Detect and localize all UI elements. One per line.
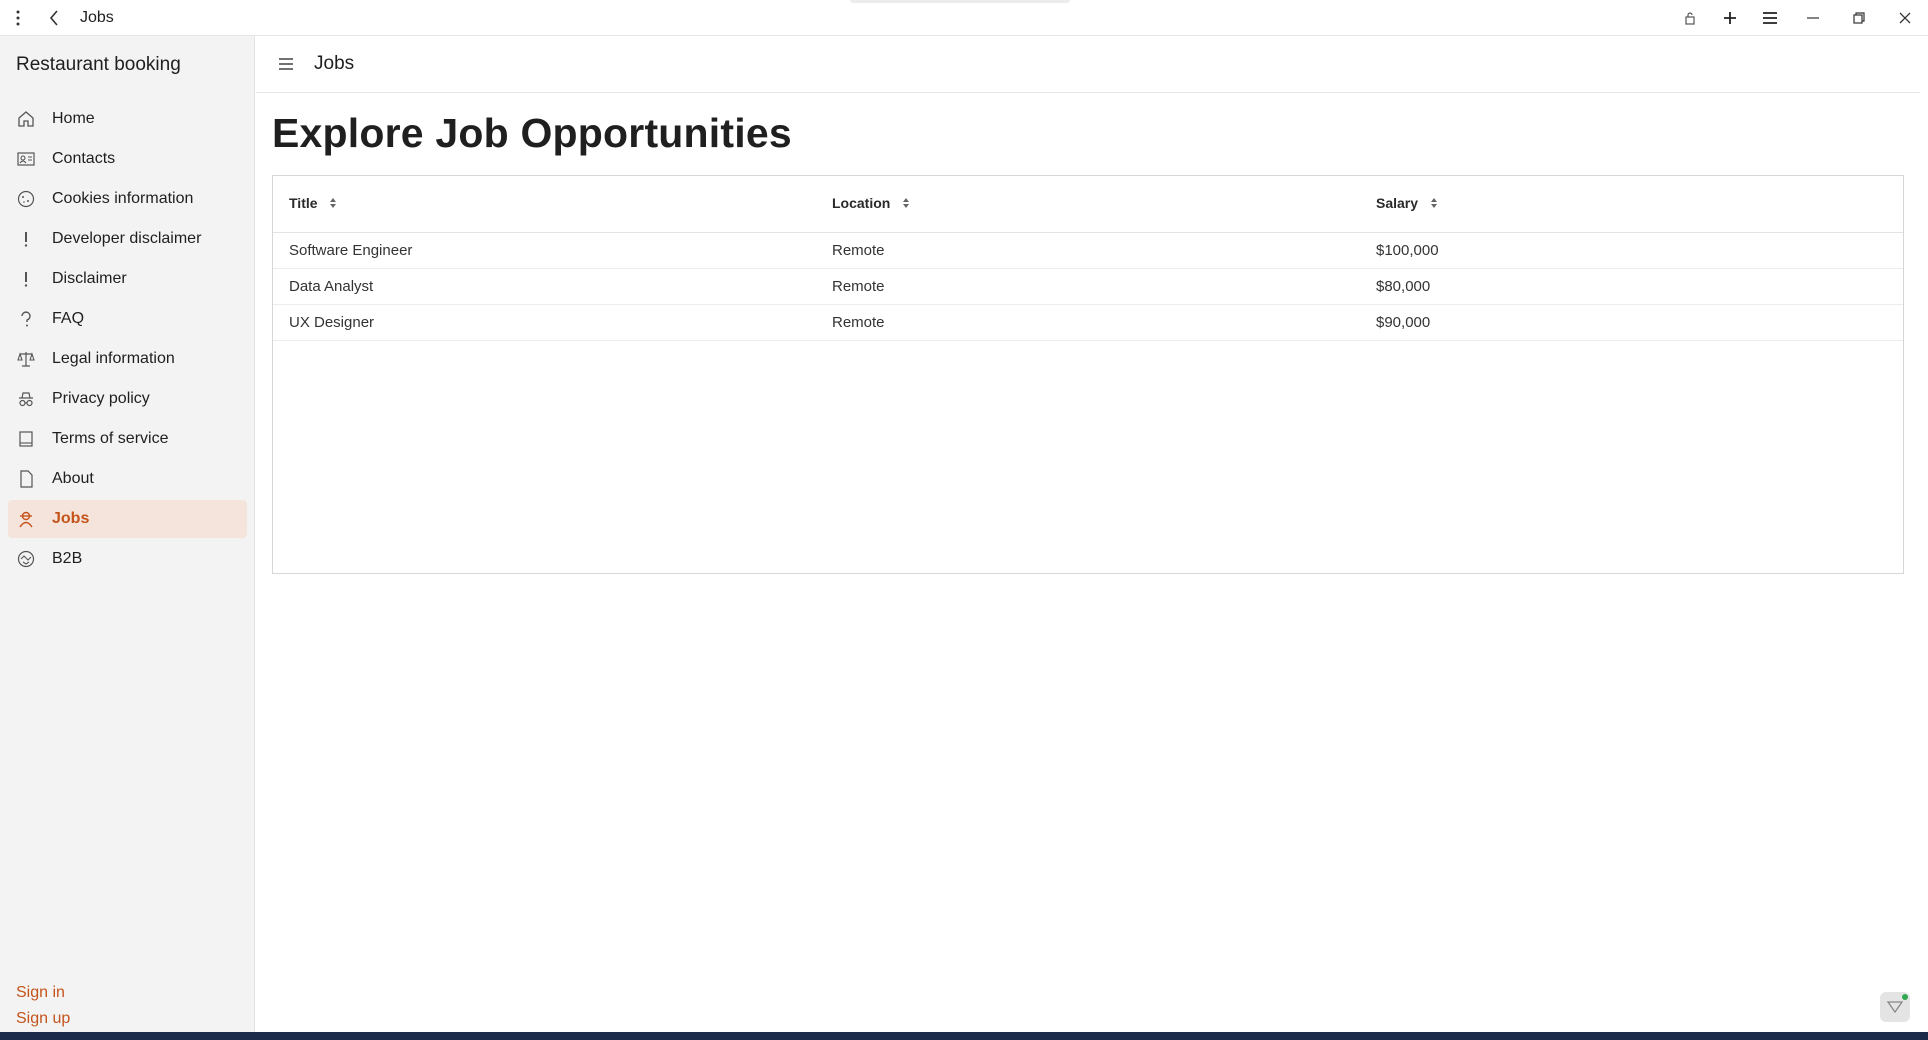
cell-title: Data Analyst (273, 268, 816, 305)
table-header-row: Title Location Salary (273, 176, 1903, 233)
cell-title: Software Engineer (273, 232, 816, 269)
app-name: Restaurant booking (16, 54, 181, 75)
close-icon[interactable] (1882, 0, 1928, 36)
contact-card-icon (16, 149, 36, 169)
sort-icon[interactable] (1430, 196, 1438, 212)
back-icon[interactable] (36, 0, 72, 36)
add-icon[interactable] (1710, 0, 1750, 36)
minimize-icon[interactable] (1790, 0, 1836, 36)
worker-icon (16, 509, 36, 529)
sort-icon[interactable] (329, 196, 337, 212)
sidebar-item-b2b[interactable]: B2B (8, 540, 247, 578)
sidebar-item-label: Contacts (52, 150, 116, 167)
cell-location: Remote (816, 268, 1360, 305)
scales-icon (16, 349, 36, 369)
column-header-label: Location (832, 195, 891, 212)
home-icon (16, 109, 36, 129)
auth-links: Sign in Sign up (16, 980, 70, 1032)
cell-location: Remote (816, 304, 1360, 341)
sidebar-item-label: Privacy policy (52, 390, 150, 407)
sidebar-item-contacts[interactable]: Contacts (8, 140, 247, 178)
document-list-icon (16, 429, 36, 449)
table-row[interactable]: UX Designer Remote $90,000 (273, 304, 1903, 341)
column-header-label: Title (289, 195, 318, 212)
hamburger-menu-icon[interactable] (270, 48, 302, 80)
sidebar-item-label: Legal information (52, 350, 175, 367)
table-row[interactable]: Data Analyst Remote $80,000 (273, 268, 1903, 305)
sidebar-item-label: Disclaimer (52, 270, 127, 287)
sidebar-item-home[interactable]: Home (8, 100, 247, 138)
sidebar-item-disclaimer[interactable]: Disclaimer (8, 260, 247, 298)
sidebar-item-developer-disclaimer[interactable]: Developer disclaimer (8, 220, 247, 258)
drag-handle[interactable] (850, 0, 1070, 3)
lock-icon[interactable] (1670, 0, 1710, 36)
window-title: Jobs (80, 8, 114, 26)
sort-icon[interactable] (902, 196, 910, 212)
cell-salary: $90,000 (1360, 304, 1903, 341)
page-header-title: Jobs (314, 53, 355, 74)
status-dot (1902, 994, 1908, 1000)
question-icon (16, 309, 36, 329)
sidebar-item-terms-of-service[interactable]: Terms of service (8, 420, 247, 458)
sidebar: Restaurant booking Home Contacts Cookies… (0, 36, 255, 1032)
table-row[interactable]: Software Engineer Remote $100,000 (273, 232, 1903, 269)
sidebar-item-jobs[interactable]: Jobs (8, 500, 247, 538)
page-icon (16, 469, 36, 489)
sidebar-item-legal-information[interactable]: Legal information (8, 340, 247, 378)
taskbar-strip (0, 1032, 1928, 1040)
sidebar-item-label: Jobs (52, 510, 90, 527)
sign-in-link[interactable]: Sign in (16, 980, 70, 1006)
menu-icon[interactable] (1750, 0, 1790, 36)
more-options-icon[interactable] (0, 0, 36, 36)
column-header-location[interactable]: Location (816, 176, 1360, 233)
exclamation-icon (16, 229, 36, 249)
sidebar-item-label: About (52, 470, 94, 487)
cell-salary: $80,000 (1360, 268, 1903, 305)
exclamation-icon (16, 269, 36, 289)
sidebar-item-about[interactable]: About (8, 460, 247, 498)
sidebar-item-label: Cookies information (52, 190, 194, 207)
main-content: Jobs Explore Job Opportunities Title Loc… (256, 36, 1920, 1032)
page-title: Explore Job Opportunities (272, 110, 792, 156)
sidebar-item-label: FAQ (52, 310, 85, 327)
column-header-title[interactable]: Title (273, 176, 816, 233)
sidebar-nav: Home Contacts Cookies information Develo… (8, 100, 247, 580)
sidebar-item-cookies-information[interactable]: Cookies information (8, 180, 247, 218)
jobs-table: Title Location Salary Software Engineer (272, 175, 1904, 574)
cell-location: Remote (816, 232, 1360, 269)
cookie-icon (16, 189, 36, 209)
incognito-icon (16, 389, 36, 409)
page-header: Jobs (256, 36, 1920, 93)
sidebar-item-label: Home (52, 110, 95, 127)
sidebar-item-privacy-policy[interactable]: Privacy policy (8, 380, 247, 418)
handshake-globe-icon (16, 549, 36, 569)
sidebar-item-label: B2B (52, 550, 83, 567)
cell-title: UX Designer (273, 304, 816, 341)
column-header-label: Salary (1376, 195, 1419, 212)
sign-up-link[interactable]: Sign up (16, 1006, 70, 1032)
cell-salary: $100,000 (1360, 232, 1903, 269)
sidebar-item-label: Terms of service (52, 430, 169, 447)
feedback-icon[interactable] (1880, 992, 1910, 1022)
column-header-salary[interactable]: Salary (1360, 176, 1903, 233)
sidebar-item-faq[interactable]: FAQ (8, 300, 247, 338)
title-bar: Jobs (0, 0, 1928, 36)
restore-icon[interactable] (1836, 0, 1882, 36)
sidebar-item-label: Developer disclaimer (52, 230, 202, 247)
